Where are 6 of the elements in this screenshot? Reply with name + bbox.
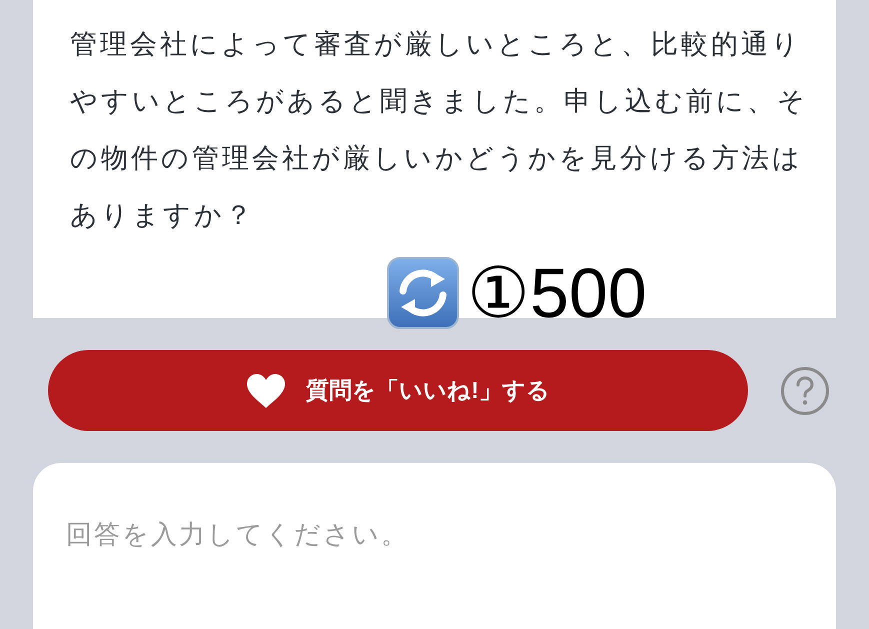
question-text: 管理会社によって審査が厳しいところと、比較的通りやすいところがあると聞きました。申し込む前に、その物件の管理会社が厳しいかどうかを見分ける方法はありますか？ [70, 28, 809, 232]
heart-icon [246, 372, 286, 408]
overlay-count-text: ①500 [467, 257, 647, 329]
answer-field[interactable]: 回答を入力してください。 [33, 463, 836, 629]
like-question-button[interactable]: 質問を「いいね!」する [48, 350, 748, 431]
help-icon[interactable] [781, 366, 829, 414]
